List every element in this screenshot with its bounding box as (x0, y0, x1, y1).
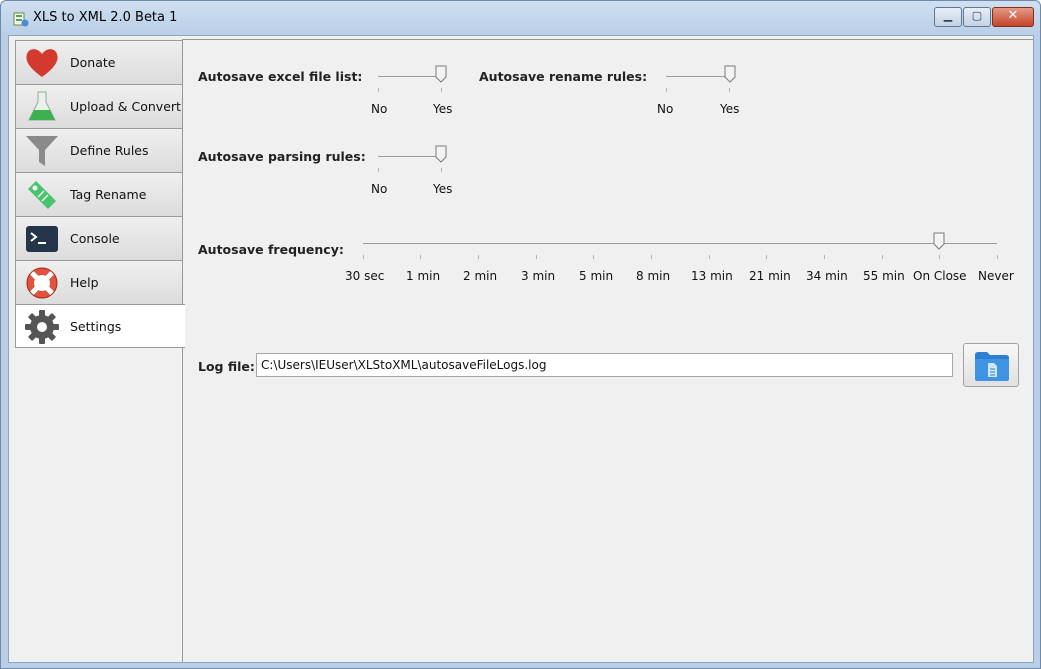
tag-icon (28, 181, 56, 209)
slider-tick (939, 255, 940, 259)
autosave-rename-slider[interactable] (666, 76, 730, 77)
log-file-path-input[interactable]: C:\Users\IEUser\XLStoXML\autosaveFileLog… (256, 353, 953, 377)
log-file-label: Log file: (198, 359, 255, 374)
gear-icon (25, 310, 59, 344)
slider-tick (651, 255, 652, 259)
sidebar-item-label: Console (70, 231, 120, 246)
slider-tick (378, 88, 379, 92)
sidebar-item-help[interactable]: Help (15, 260, 183, 304)
close-button[interactable]: ✕ (992, 7, 1034, 27)
autosave-excel-slider-thumb[interactable] (435, 65, 447, 83)
frequency-option: 1 min (406, 269, 441, 283)
frequency-option: 5 min (579, 269, 614, 283)
settings-panel (182, 39, 1033, 662)
sidebar: Donate Upload & Convert Define Rules Tag… (15, 40, 185, 348)
frequency-option: 2 min (463, 269, 498, 283)
sidebar-item-label: Define Rules (70, 143, 149, 158)
autosave-frequency-slider[interactable] (363, 243, 997, 244)
slider-option-no: No (657, 102, 674, 116)
frequency-option: 13 min (691, 269, 733, 283)
frequency-option: 21 min (749, 269, 791, 283)
slider-tick (709, 255, 710, 259)
sidebar-item-label: Upload & Convert (70, 99, 181, 114)
frequency-option: On Close (913, 269, 967, 283)
frequency-option: 30 sec (345, 269, 385, 283)
app-window: XLS to XML 2.0 Beta 1 ▁ ▢ ✕ Donate Uploa… (0, 0, 1041, 669)
autosave-frequency-label: Autosave frequency: (198, 242, 344, 257)
browse-log-file-button[interactable] (963, 343, 1019, 387)
minimize-button[interactable]: ▁ (934, 7, 962, 27)
sidebar-item-settings[interactable]: Settings (15, 304, 185, 348)
slider-tick (997, 255, 998, 259)
autosave-parsing-slider-thumb[interactable] (435, 145, 447, 163)
slider-tick (593, 255, 594, 259)
slider-tick (729, 88, 730, 92)
frequency-option: 8 min (636, 269, 671, 283)
autosave-excel-slider[interactable] (378, 76, 442, 77)
slider-tick (363, 255, 364, 259)
app-icon (13, 12, 29, 27)
slider-option-no: No (371, 182, 388, 196)
sidebar-item-label: Help (70, 275, 99, 290)
folder-icon (975, 352, 1009, 381)
slider-tick (441, 88, 442, 92)
autosave-excel-label: Autosave excel file list: (198, 69, 363, 84)
frequency-option: 55 min (863, 269, 905, 283)
frequency-option: Never (978, 269, 1014, 283)
frequency-option: 34 min (806, 269, 848, 283)
window-controls: ▁ ▢ ✕ (933, 7, 1034, 27)
autosave-rename-slider-thumb[interactable] (724, 65, 736, 83)
maximize-button[interactable]: ▢ (963, 7, 991, 27)
slider-tick (478, 255, 479, 259)
slider-tick (882, 255, 883, 259)
sidebar-item-upload-convert[interactable]: Upload & Convert (15, 84, 183, 128)
lifebuoy-icon (26, 267, 58, 299)
slider-option-yes: Yes (720, 102, 740, 116)
slider-option-yes: Yes (433, 102, 453, 116)
sidebar-item-console[interactable]: Console (15, 216, 183, 260)
slider-tick (378, 168, 379, 172)
flask-icon (28, 91, 56, 121)
slider-tick (666, 88, 667, 92)
autosave-parsing-slider[interactable] (378, 156, 442, 157)
sidebar-item-tag-rename[interactable]: Tag Rename (15, 172, 183, 216)
title-bar[interactable]: XLS to XML 2.0 Beta 1 ▁ ▢ ✕ (1, 1, 1040, 35)
slider-tick (536, 255, 537, 259)
autosave-rename-label: Autosave rename rules: (479, 69, 648, 84)
slider-option-no: No (371, 102, 388, 116)
minimize-icon: ▁ (943, 9, 953, 22)
terminal-icon (26, 226, 58, 252)
sidebar-item-label: Donate (70, 55, 116, 70)
maximize-icon: ▢ (971, 9, 983, 22)
slider-tick (441, 168, 442, 172)
sidebar-item-label: Settings (70, 319, 122, 334)
slider-tick (420, 255, 421, 259)
sidebar-item-label: Tag Rename (70, 187, 147, 202)
funnel-icon (26, 136, 58, 166)
window-title: XLS to XML 2.0 Beta 1 (33, 10, 178, 25)
slider-tick (766, 255, 767, 259)
autosave-frequency-slider-thumb[interactable] (933, 232, 945, 250)
heart-icon (26, 49, 58, 77)
slider-option-yes: Yes (433, 182, 453, 196)
slider-tick (824, 255, 825, 259)
sidebar-item-define-rules[interactable]: Define Rules (15, 128, 183, 172)
close-icon: ✕ (1007, 8, 1019, 23)
client-area: Donate Upload & Convert Define Rules Tag… (8, 35, 1034, 663)
frequency-option: 3 min (521, 269, 556, 283)
sidebar-item-donate[interactable]: Donate (15, 40, 183, 84)
autosave-parsing-label: Autosave parsing rules: (198, 149, 366, 164)
